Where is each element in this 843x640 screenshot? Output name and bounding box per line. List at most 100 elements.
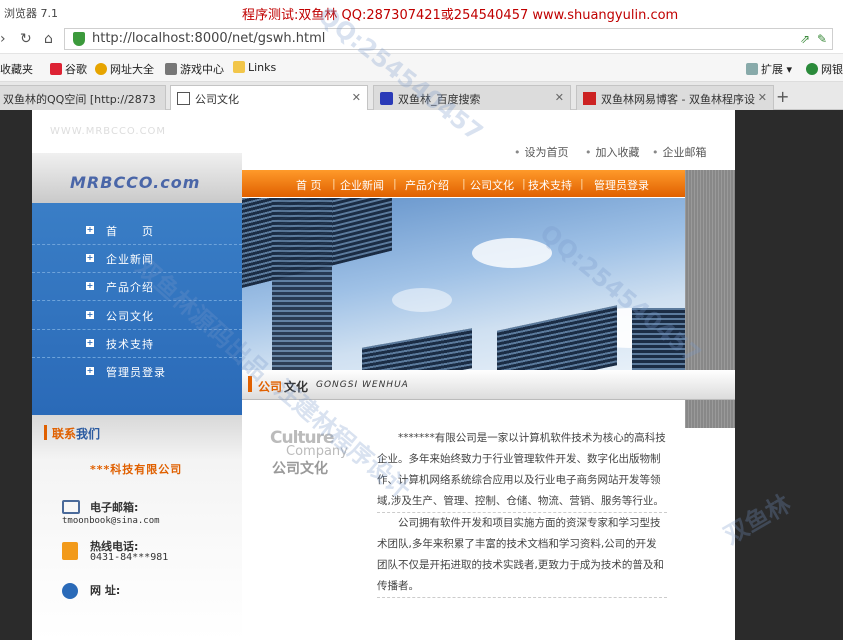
close-tab-icon[interactable]: ✕ bbox=[352, 91, 361, 104]
menu-admin[interactable]: 管理员登录 bbox=[594, 177, 649, 193]
page-icon bbox=[177, 92, 190, 105]
web-label: 网 址: bbox=[90, 584, 121, 597]
bookmark-links[interactable]: Links bbox=[233, 61, 276, 74]
side-item-label: 管理员登录 bbox=[106, 366, 166, 379]
heading-english: GONGSI WENHUA bbox=[316, 380, 409, 390]
bullet-icon: • bbox=[585, 146, 592, 159]
home-icon[interactable]: ⌂ bbox=[44, 31, 53, 47]
new-tab-button[interactable]: + bbox=[776, 87, 789, 106]
heading-text-a: 公司 bbox=[258, 380, 283, 394]
star-icon: 收藏夹 bbox=[0, 63, 33, 76]
paragraph: *******有限公司是一家以计算机软件技术为核心的高科技企业。多年来始终致力于… bbox=[377, 428, 667, 513]
tab-netease[interactable]: 双鱼林网易博客 - 双鱼林程序设 ✕ bbox=[576, 85, 774, 110]
edit-icon[interactable]: ✎ bbox=[817, 32, 827, 46]
phone-value: 0431-84***981 bbox=[90, 552, 169, 563]
url-text: http://localhost:8000/net/gswh.html bbox=[92, 31, 326, 46]
side-menu: + 首 页 + 企业新闻 + 产品介绍 + 公司文化 + 技术支持 + 管理员登录 bbox=[32, 203, 242, 415]
shield-icon bbox=[73, 32, 85, 46]
refresh-icon[interactable]: ↻ bbox=[20, 31, 32, 47]
email-label: 电子邮箱: bbox=[90, 501, 139, 514]
tab-label: 双鱼林的QQ空间 [http://2873 bbox=[3, 93, 156, 106]
contact-panel: 联系我们 ***科技有限公司 电子邮箱: tmoonbook@sina.com … bbox=[32, 415, 242, 640]
main-menu: 首 页 | 企业新闻 | 产品介绍 | 公司文化 | 技术支持 | 管理员登录 bbox=[242, 170, 685, 197]
bullet-icon: • bbox=[514, 146, 521, 159]
phone-icon bbox=[62, 542, 78, 560]
side-item-news[interactable]: + 企业新闻 bbox=[32, 245, 242, 273]
tab-qq-space[interactable]: 双鱼林的QQ空间 [http://2873 bbox=[0, 85, 166, 110]
company-name: ***科技有限公司 bbox=[90, 463, 183, 476]
cloud bbox=[472, 238, 552, 268]
paw-icon bbox=[50, 63, 62, 75]
tab-label: 公司文化 bbox=[195, 93, 239, 106]
close-tab-icon[interactable]: ✕ bbox=[555, 91, 564, 104]
menu-support[interactable]: 技术支持 bbox=[528, 177, 572, 193]
extensions-button[interactable]: 扩展 ▾ bbox=[746, 61, 792, 77]
side-item-label: 企业新闻 bbox=[106, 253, 154, 266]
menu-culture[interactable]: 公司文化 bbox=[470, 177, 514, 193]
company-mail-link[interactable]: • 企业邮箱 bbox=[652, 144, 707, 160]
browser-nav-bar: › ↻ ⌂ http://localhost:8000/net/gswh.htm… bbox=[0, 25, 843, 54]
bookmark-favorites[interactable]: 收藏夹 bbox=[0, 61, 33, 77]
faint-site-url: WWW.MRBCCO.COM bbox=[50, 126, 167, 137]
site-logo[interactable]: MRBCCO.com bbox=[32, 152, 242, 205]
menu-home[interactable]: 首 页 bbox=[296, 177, 322, 193]
side-item-support[interactable]: + 技术支持 bbox=[32, 330, 242, 358]
tab-label: 双鱼林网易博客 - 双鱼林程序设 bbox=[601, 93, 755, 106]
menu-separator: | bbox=[462, 177, 466, 190]
logo-text: MRBCCO.com bbox=[70, 173, 201, 192]
address-bar[interactable]: http://localhost:8000/net/gswh.html ⇗ ✎ bbox=[64, 28, 833, 50]
tab-gswh[interactable]: 公司文化 ✕ bbox=[170, 85, 368, 110]
cloud bbox=[392, 288, 452, 312]
bank-button[interactable]: 网银 bbox=[806, 61, 843, 77]
plus-icon: + bbox=[86, 366, 94, 375]
contact-title-b: 我们 bbox=[76, 427, 101, 441]
close-tab-icon[interactable]: ✕ bbox=[758, 91, 767, 104]
bookmark-label: 网址大全 bbox=[110, 63, 154, 76]
link-label: 加入收藏 bbox=[595, 146, 640, 159]
paragraph: 公司拥有软件开发和项目实施方面的资深专家和学习型技术团队,多年来积累了丰富的技术… bbox=[377, 513, 667, 598]
building bbox=[632, 308, 685, 370]
forward-icon[interactable]: › bbox=[0, 31, 6, 47]
app-name: 浏览器 7.1 bbox=[4, 7, 58, 20]
contact-title: 联系我们 bbox=[52, 425, 100, 442]
link-label: 设为首页 bbox=[524, 146, 569, 159]
bookmark-hao[interactable]: 网址大全 bbox=[95, 61, 154, 77]
email-value: tmoonbook@sina.com bbox=[62, 516, 160, 526]
heading-text-b: 文化 bbox=[284, 380, 309, 394]
menu-news[interactable]: 企业新闻 bbox=[340, 177, 384, 193]
side-item-products[interactable]: + 产品介绍 bbox=[32, 273, 242, 301]
menu-separator: | bbox=[332, 177, 336, 190]
side-item-home[interactable]: + 首 页 bbox=[32, 217, 242, 245]
web-page: WWW.MRBCCO.COM • 设为首页 • 加入收藏 • 企业邮箱 MRBCCO.… bbox=[32, 110, 735, 640]
set-home-link[interactable]: • 设为首页 bbox=[514, 144, 569, 160]
side-item-label: 技术支持 bbox=[106, 338, 154, 351]
plus-icon: + bbox=[86, 338, 94, 347]
side-item-admin[interactable]: + 管理员登录 bbox=[32, 358, 242, 386]
bank-icon bbox=[806, 63, 818, 75]
mail-icon bbox=[62, 500, 80, 514]
side-item-label: 公司文化 bbox=[106, 310, 154, 323]
menu-products[interactable]: 产品介绍 bbox=[405, 177, 449, 193]
content-heading: 公司 文化 GONGSI WENHUA bbox=[242, 370, 735, 400]
culture-body: *******有限公司是一家以计算机软件技术为核心的高科技企业。多年来始终致力于… bbox=[377, 428, 667, 598]
heading-marker bbox=[44, 425, 47, 440]
contact-title-a: 联系 bbox=[52, 427, 77, 441]
culture-logo-line2: Company bbox=[286, 444, 348, 459]
side-item-culture[interactable]: + 公司文化 bbox=[32, 302, 242, 330]
tab-baidu[interactable]: 双鱼林_百度搜索 ✕ bbox=[373, 85, 571, 110]
bookmark-label: 游戏中心 bbox=[180, 63, 224, 76]
add-favorite-link[interactable]: • 加入收藏 bbox=[585, 144, 640, 160]
bookmark-google[interactable]: 谷歌 bbox=[50, 61, 87, 77]
share-icon[interactable]: ⇗ bbox=[800, 32, 810, 46]
globe-icon bbox=[95, 63, 107, 75]
gamepad-icon bbox=[165, 63, 177, 75]
top-banner-text: 程序测试:双鱼林 QQ:287307421或254540457 www.shua… bbox=[242, 8, 679, 23]
bookmark-label: Links bbox=[248, 61, 277, 74]
plus-icon: + bbox=[86, 281, 94, 290]
browser-title-bar: 浏览器 7.1 程序测试:双鱼林 QQ:287307421或254540457 … bbox=[0, 0, 843, 25]
bookmark-games[interactable]: 游戏中心 bbox=[165, 61, 224, 77]
bookmark-label: 扩展 bbox=[761, 63, 783, 76]
menu-separator: | bbox=[580, 177, 584, 190]
grid-icon bbox=[746, 63, 758, 75]
plus-icon: + bbox=[86, 253, 94, 262]
